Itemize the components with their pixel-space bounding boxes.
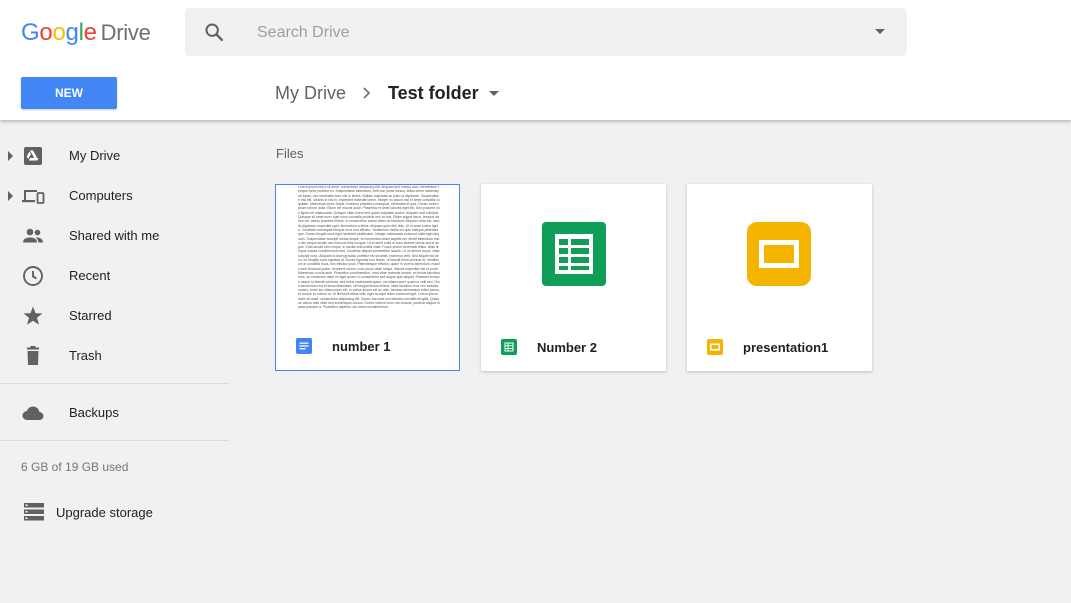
- file-card-footer: Number 2: [481, 323, 666, 371]
- search-options-dropdown-icon[interactable]: [875, 29, 885, 34]
- sidebar-divider: [0, 383, 229, 384]
- sidebar-item-label: My Drive: [69, 148, 121, 163]
- google-drive-logo[interactable]: Google Drive: [21, 19, 151, 47]
- clock-icon: [23, 266, 43, 286]
- search-box[interactable]: [185, 8, 907, 56]
- sidebar-item-label: Trash: [69, 348, 102, 363]
- sidebar-item-shared-with-me[interactable]: Shared with me: [0, 216, 230, 256]
- files-section-title: Files: [276, 146, 304, 161]
- sidebar: My Drive Computers Shared with me Recent…: [0, 120, 230, 603]
- presentation-preview-thumbnail: [687, 184, 872, 323]
- logo-product: Drive: [100, 20, 151, 45]
- file-name: number 1: [332, 339, 391, 354]
- storage-icon: [24, 503, 44, 521]
- cloud-icon: [22, 406, 44, 420]
- upgrade-storage-label: Upgrade storage: [56, 505, 153, 520]
- sheets-icon: [501, 339, 517, 355]
- my-drive-icon: [24, 147, 42, 165]
- file-card-footer: number 1: [276, 322, 459, 370]
- sidebar-item-recent[interactable]: Recent: [0, 256, 230, 296]
- file-card[interactable]: presentation1: [687, 184, 872, 371]
- docs-icon: [296, 338, 312, 354]
- computers-icon: [22, 190, 45, 204]
- main-content: Files Lorem ipsum dolor sit amet, consec…: [230, 120, 1071, 603]
- folder-menu-dropdown-icon[interactable]: [488, 90, 499, 96]
- sidebar-item-label: Shared with me: [69, 228, 160, 243]
- expand-arrow-icon[interactable]: [8, 191, 13, 201]
- file-card-footer: presentation1: [687, 323, 872, 371]
- sidebar-item-my-drive[interactable]: My Drive: [0, 136, 230, 176]
- slides-icon: [707, 339, 723, 355]
- file-card[interactable]: Number 2: [481, 184, 666, 371]
- file-name: presentation1: [743, 340, 829, 355]
- chevron-right-icon: [363, 87, 371, 99]
- logo-brand: Google: [21, 19, 97, 46]
- shared-icon: [23, 228, 43, 243]
- new-button[interactable]: NEW: [21, 77, 117, 109]
- slides-large-icon: [747, 222, 811, 286]
- search-icon[interactable]: [203, 21, 225, 43]
- top-bar: GoogleDrive NEW My Drive Test folder: [0, 0, 1071, 120]
- document-preview-thumbnail: Lorem ipsum dolor sit amet, consectetur …: [298, 185, 440, 310]
- upgrade-storage-link[interactable]: Upgrade storage: [21, 496, 221, 528]
- storage-usage-text: 6 GB of 19 GB used: [21, 460, 129, 474]
- breadcrumb-my-drive[interactable]: My Drive: [275, 83, 346, 104]
- file-card[interactable]: Lorem ipsum dolor sit amet, consectetur …: [275, 184, 460, 371]
- expand-arrow-icon[interactable]: [8, 151, 13, 161]
- search-input[interactable]: [255, 20, 819, 46]
- sidebar-item-trash[interactable]: Trash: [0, 336, 230, 376]
- sidebar-item-label: Computers: [69, 188, 133, 203]
- sidebar-divider: [0, 440, 229, 441]
- spreadsheet-preview-thumbnail: [481, 184, 666, 323]
- file-name: Number 2: [537, 340, 597, 355]
- breadcrumb: My Drive Test folder: [275, 80, 499, 106]
- trash-icon: [27, 346, 39, 365]
- star-icon: [23, 306, 43, 325]
- sidebar-item-label: Recent: [69, 268, 111, 283]
- sidebar-item-label: Backups: [69, 405, 119, 420]
- sidebar-item-starred[interactable]: Starred: [0, 296, 230, 336]
- sidebar-item-label: Starred: [69, 308, 112, 323]
- sheets-large-icon: [542, 222, 606, 286]
- breadcrumb-current-folder[interactable]: Test folder: [388, 83, 479, 104]
- sidebar-item-backups[interactable]: Backups: [0, 393, 230, 433]
- sidebar-item-computers[interactable]: Computers: [0, 176, 230, 216]
